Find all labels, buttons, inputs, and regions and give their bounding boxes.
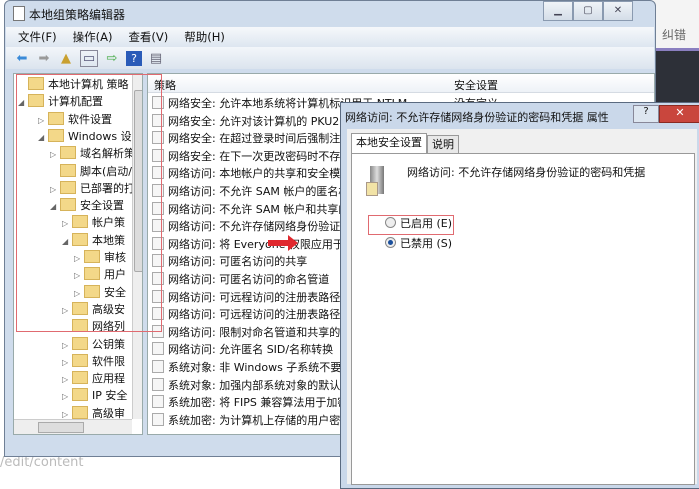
- toolbar: ⬅ ➡ ▲ ▭ ⇨ ? ▤: [6, 47, 654, 69]
- policy-name: 网络访问: 不允许存储网络身份验证的密码和凭据: [407, 166, 646, 179]
- table-row[interactable]: 网络安全: 在下一次更改密码时不存储: [152, 148, 351, 165]
- tree-item[interactable]: ▷ 公钥策: [62, 336, 125, 353]
- table-row[interactable]: 网络访问: 不允许 SAM 帐户和共享的匿: [152, 201, 360, 218]
- export-icon[interactable]: ⇨: [104, 51, 120, 66]
- policy-cell: 网络访问: 允许匿名 SID/名称转换: [168, 343, 334, 357]
- tree-item-label: IP 安全: [92, 389, 128, 403]
- table-row[interactable]: 网络访问: 允许匿名 SID/名称转换: [152, 341, 333, 358]
- close-button[interactable]: ✕: [603, 1, 633, 21]
- dialog-title: 网络访问: 不允许存储网络身份验证的密码和凭据 属性: [345, 111, 609, 124]
- forward-icon[interactable]: ➡: [36, 51, 52, 66]
- background-thumbnail: [655, 48, 699, 108]
- policy-icon: [152, 412, 164, 426]
- dialog-help-button[interactable]: ?: [633, 105, 659, 123]
- tree-item-label: 应用程: [92, 372, 125, 386]
- app-icon: [13, 6, 25, 21]
- policy-cell: 网络访问: 可远程访问的注册表路径: [168, 290, 341, 304]
- background-url: /edit/content: [0, 455, 84, 470]
- policy-cell: 网络访问: 不允许存储网络身份验证的: [168, 220, 352, 234]
- menu-action[interactable]: 操作(A): [73, 29, 113, 45]
- highlight-box-enabled: [368, 215, 454, 235]
- table-row[interactable]: 系统加密: 将 FIPS 兼容算法用于加密、: [152, 394, 359, 411]
- tab-local-security-setting[interactable]: 本地安全设置: [351, 133, 427, 155]
- window-title: 本地组策略编辑器: [29, 8, 126, 22]
- tree-horizontal-scrollbar[interactable]: [14, 419, 132, 434]
- tree-item[interactable]: ▷ IP 安全: [62, 387, 127, 404]
- folder-icon: [72, 353, 88, 367]
- policy-cell: 系统加密: 将 FIPS 兼容算法用于加密、: [168, 396, 360, 410]
- tree-item[interactable]: ▷ 应用程: [62, 370, 125, 387]
- policy-cell: 系统对象: 非 Windows 子系统不要求: [168, 361, 353, 374]
- policy-cell: 网络访问: 限制对命名管道和共享的匿名: [168, 325, 363, 339]
- policy-cell: 网络安全: 在下一次更改密码时不存储: [168, 149, 352, 163]
- folder-icon: [72, 388, 88, 402]
- policy-cell: 系统对象: 加强内部系统对象的默认权限: [168, 378, 363, 392]
- radio-disabled-label: 已禁用 (S): [400, 237, 453, 250]
- policy-cell: 网络访问: 可匿名访问的共享: [168, 255, 308, 269]
- policy-icon: [152, 342, 164, 356]
- menu-bar: 文件(F) 操作(A) 查看(V) 帮助(H): [6, 27, 654, 47]
- table-row[interactable]: 网络访问: 限制对命名管道和共享的匿名: [152, 324, 362, 341]
- maximize-button[interactable]: ▢: [573, 1, 603, 21]
- tree-item[interactable]: ▷ 软件限: [62, 353, 125, 370]
- folder-icon: [72, 336, 88, 350]
- help-icon[interactable]: ?: [126, 50, 142, 66]
- properties-dialog: 网络访问: 不允许存储网络身份验证的密码和凭据 属性 ? ✕ 本地安全设置 说明…: [340, 102, 699, 489]
- table-row[interactable]: 系统加密: 为计算机上存储的用户密钥强: [152, 412, 362, 429]
- table-row[interactable]: 系统对象: 非 Windows 子系统不要求: [152, 359, 352, 376]
- table-row[interactable]: 网络访问: 不允许 SAM 帐户的匿名枚举: [152, 183, 360, 200]
- tree-item-label: 软件限: [92, 354, 125, 368]
- expand-icon[interactable]: ▷: [62, 354, 72, 371]
- server-policy-icon: [366, 166, 384, 196]
- expand-icon[interactable]: ▷: [62, 337, 72, 354]
- show-hide-tree-icon[interactable]: ▭: [80, 49, 98, 67]
- radio-checked-icon: [385, 237, 396, 248]
- dialog-close-button[interactable]: ✕: [659, 105, 699, 123]
- highlight-box-tree: [16, 74, 162, 332]
- table-row[interactable]: 系统对象: 加强内部系统对象的默认权限: [152, 377, 362, 394]
- policy-cell: 网络访问: 不允许 SAM 帐户和共享的匿: [168, 202, 361, 216]
- tree-item-label: 高级审: [92, 406, 125, 420]
- policy-icon: [152, 360, 164, 373]
- table-row[interactable]: 网络安全: 在超过登录时间后强制注销: [152, 130, 351, 147]
- policy-cell: 网络访问: 可匿名访问的命名管道: [168, 273, 330, 286]
- back-icon[interactable]: ⬅: [14, 51, 30, 66]
- table-row[interactable]: 网络访问: 可匿名访问的共享: [152, 253, 307, 270]
- expand-icon[interactable]: ▷: [62, 388, 72, 405]
- list-header: 策略 安全设置: [148, 74, 654, 93]
- red-arrow-annotation: [268, 235, 298, 251]
- folder-icon: [72, 371, 88, 385]
- policy-cell: 网络访问: 可远程访问的注册表路径和子: [168, 308, 363, 322]
- table-row[interactable]: 网络访问: 不允许存储网络身份验证的: [152, 218, 351, 235]
- policy-icon: [152, 377, 164, 391]
- tab-explain[interactable]: 说明: [427, 135, 459, 154]
- table-row[interactable]: 网络访问: 将 Everyone 权限应用于匿: [152, 236, 355, 253]
- table-row[interactable]: 网络安全: 允许对该计算机的 PKU2U 身: [152, 113, 362, 130]
- table-row[interactable]: 网络访问: 本地帐户的共享和安全模型: [152, 165, 351, 182]
- table-row[interactable]: 网络访问: 可匿名访问的命名管道: [152, 271, 329, 288]
- tab-panel: 网络访问: 不允许存储网络身份验证的密码和凭据 已启用 (E) 已禁用 (S): [351, 153, 695, 485]
- menu-file[interactable]: 文件(F): [18, 29, 57, 45]
- background-text: 纠错: [662, 28, 687, 42]
- policy-cell: 系统加密: 为计算机上存储的用户密钥强: [168, 413, 363, 427]
- policy-icon: [152, 395, 164, 409]
- tree-item-label: 公钥策: [92, 337, 125, 351]
- expand-icon[interactable]: ▷: [62, 371, 72, 388]
- policy-cell: 网络访问: 不允许 SAM 帐户的匿名枚举: [168, 185, 361, 198]
- up-folder-icon[interactable]: ▲: [58, 51, 74, 66]
- policy-cell: 网络安全: 允许对该计算机的 PKU2U 身: [168, 114, 362, 128]
- menu-help[interactable]: 帮助(H): [184, 29, 225, 45]
- policy-cell: 网络访问: 将 Everyone 权限应用于匿: [168, 237, 355, 251]
- properties-icon[interactable]: ▤: [148, 51, 164, 66]
- table-row[interactable]: 网络访问: 可远程访问的注册表路径: [152, 289, 340, 306]
- minimize-button[interactable]: ▁: [543, 1, 573, 21]
- radio-disabled[interactable]: 已禁用 (S): [385, 236, 452, 252]
- folder-icon: [72, 405, 88, 419]
- menu-view[interactable]: 查看(V): [128, 29, 168, 45]
- table-row[interactable]: 网络访问: 可远程访问的注册表路径和子: [152, 306, 362, 323]
- policy-cell: 网络安全: 在超过登录时间后强制注销: [168, 132, 352, 146]
- policy-cell: 网络访问: 本地帐户的共享和安全模型: [168, 167, 352, 181]
- column-security-setting[interactable]: 安全设置: [454, 77, 498, 93]
